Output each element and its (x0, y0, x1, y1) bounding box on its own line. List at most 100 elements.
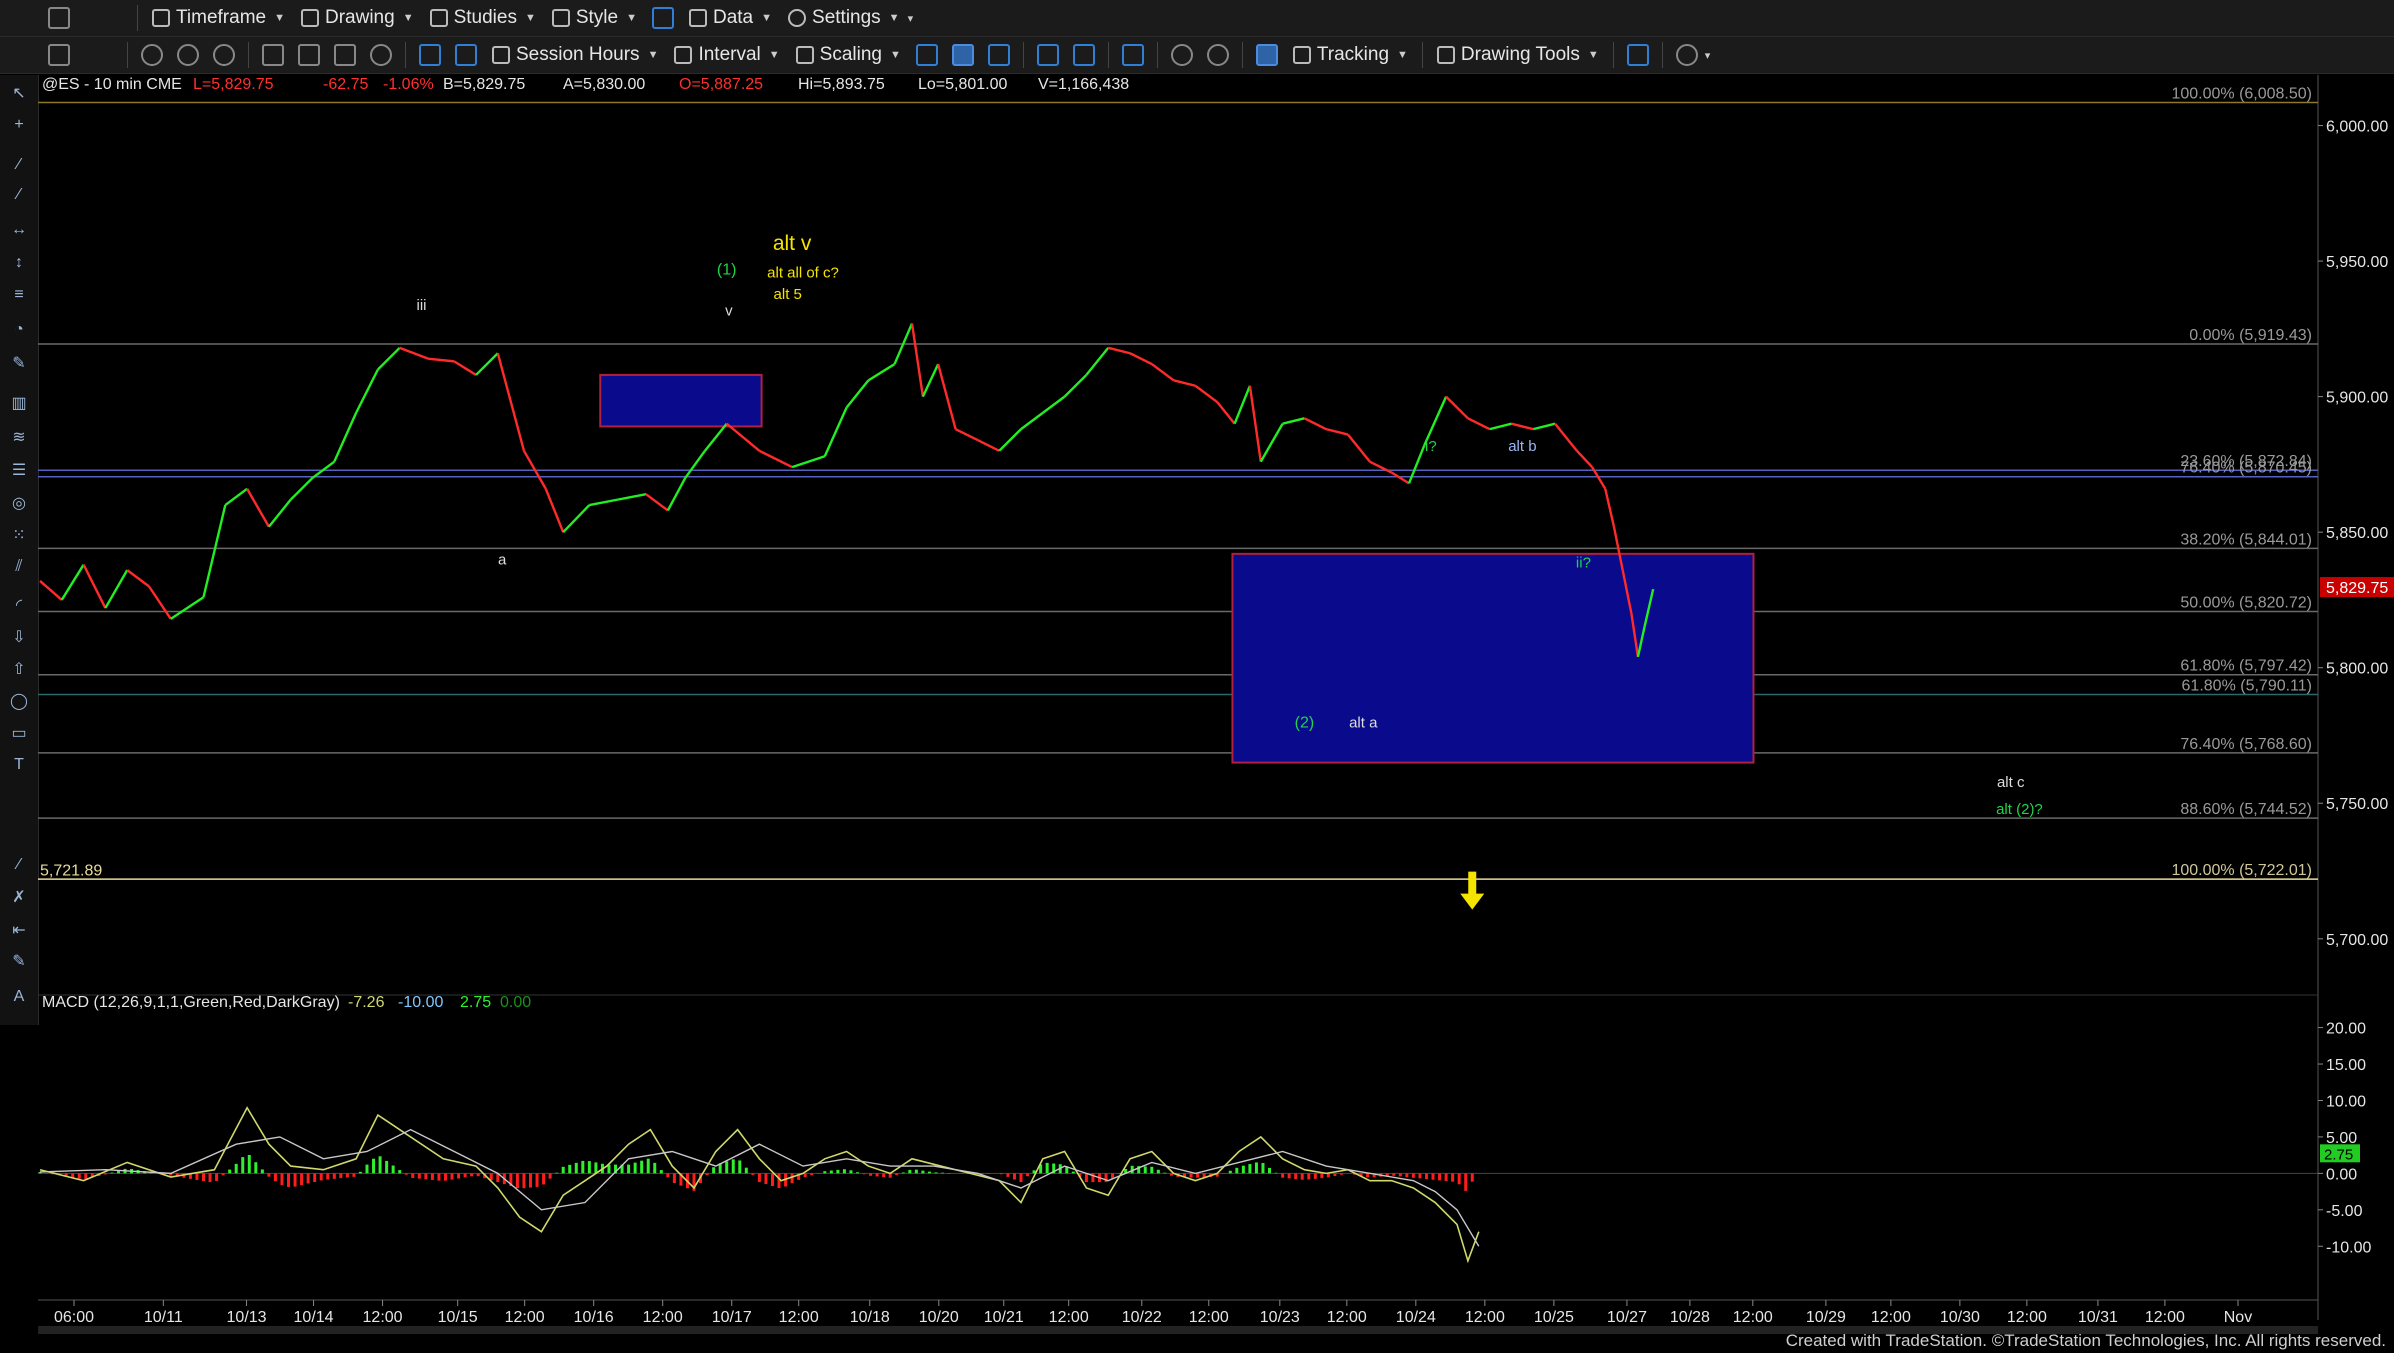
drawing-menu[interactable]: Drawing ▼ (293, 3, 422, 33)
scroll-left-icon[interactable] (1036, 44, 1059, 66)
status-volume: V=1,166,438 (1038, 76, 1129, 93)
circle-tool-icon[interactable] (177, 44, 199, 66)
studies-menu[interactable]: Studies ▼ (422, 3, 544, 33)
circle-tool-icon[interactable] (213, 44, 235, 66)
toolbar-separator (1612, 42, 1614, 68)
status-open: O=5,887.25 (679, 76, 763, 93)
list-icon[interactable]: ☰ (8, 460, 30, 480)
price-tick-label: 5,900.00 (2326, 390, 2388, 407)
zoom-out-icon[interactable] (1206, 44, 1229, 66)
arrow-up-icon[interactable]: ⇧ (8, 659, 30, 679)
symbol-icon[interactable] (419, 44, 441, 66)
style-menu[interactable]: Style ▼ (544, 3, 645, 33)
price-axis[interactable]: 6,000.00 5,950.00 5,900.00 5,850.00 5,800.00… (2318, 119, 2394, 949)
dots-icon[interactable]: ⁙ (8, 525, 30, 545)
price-tick-label: 5,750.00 (2326, 796, 2388, 813)
save-icon[interactable] (298, 44, 320, 66)
crosshair-icon[interactable]: + (8, 115, 30, 135)
candlestick-icon[interactable] (951, 44, 974, 66)
time-tick-label: 12:00 (363, 1309, 403, 1325)
timeframe-icon (152, 9, 170, 27)
target-zone-box[interactable] (599, 373, 763, 428)
scaling-menu[interactable]: Scaling ▼ (788, 40, 909, 70)
price-segment (126, 569, 150, 588)
snap-icon[interactable]: ⇤ (8, 920, 30, 940)
window-icon[interactable] (455, 44, 477, 66)
fib-level-label: 76.40% (5,768.60) (2180, 736, 2312, 753)
settings-menu[interactable]: Settings ▼ ▾ (780, 3, 921, 33)
chevron-down-icon: ▼ (274, 12, 285, 24)
data-menu[interactable]: Data ▼ (681, 3, 780, 33)
macd-indicator-icon[interactable]: A (8, 987, 30, 1007)
layout-icon[interactable] (1121, 44, 1144, 66)
speed-lines-icon[interactable]: ⫽ (8, 557, 30, 577)
grid-icon[interactable] (1255, 44, 1278, 66)
eraser-icon[interactable]: ⁄ (8, 855, 30, 875)
interval-menu[interactable]: Interval ▼ (666, 40, 787, 70)
pointer-icon[interactable]: ↖ (8, 83, 30, 103)
text-icon[interactable]: T (8, 755, 30, 775)
time-tick-label: 10/17 (712, 1309, 752, 1325)
share-icon[interactable] (1626, 44, 1649, 66)
status-net-change: -62.75 (323, 76, 368, 93)
time-tick-label: 10/16 (574, 1309, 614, 1325)
status-bid: B=5,829.75 (443, 76, 525, 93)
zoom-in-icon[interactable] (1170, 44, 1193, 66)
price-segment (562, 504, 591, 533)
toolbar-top: Timeframe ▼ Drawing ▼ Studies ▼ Style ▼ … (0, 0, 2394, 37)
wave-label: alt b (1508, 438, 1536, 455)
arc-icon[interactable]: ◜ (8, 595, 30, 615)
scroll-right-icon[interactable] (1072, 44, 1095, 66)
price-chart[interactable]: 100.00% (6,008.50)0.00% (5,919.43)23.60%… (38, 75, 2394, 1325)
style-label: Style (575, 7, 619, 28)
circle-tool-icon[interactable] (141, 44, 163, 66)
time-tick-label: 10/29 (1806, 1309, 1846, 1325)
layout-icon[interactable] (651, 7, 674, 29)
horizontal-measure-icon[interactable]: ↔ (8, 220, 30, 240)
bars-icon[interactable]: ▥ (8, 393, 30, 413)
wave-label: ii? (1576, 554, 1591, 571)
copy-icon[interactable] (334, 44, 356, 66)
session-hours-menu[interactable]: Session Hours ▼ (484, 40, 666, 70)
price-segment (1233, 385, 1252, 425)
price-segment (170, 596, 205, 620)
status-last: L=5,829.75 (193, 76, 274, 93)
delete-drawings-icon[interactable]: ✗ (8, 887, 30, 907)
tracking-menu[interactable]: Tracking ▼ (1285, 40, 1416, 70)
price-segment (82, 564, 107, 609)
chat-icon[interactable] (1675, 44, 1698, 66)
price-segment (1554, 422, 1578, 452)
trendline-icon[interactable]: ⁄ (8, 155, 30, 175)
chevron-down-icon: ▼ (647, 49, 659, 61)
price-segment (1604, 488, 1616, 528)
gann-icon[interactable]: ◎ (8, 493, 30, 513)
fib-level-label: 61.80% (5,797.42) (2180, 658, 2312, 675)
style-icon (551, 9, 570, 27)
arrow-down-icon[interactable]: ⇩ (8, 627, 30, 647)
draw-mode-icon[interactable]: ✎ (8, 951, 30, 971)
vertical-measure-icon[interactable]: ↕ (8, 253, 30, 273)
window-square-icon[interactable] (48, 44, 70, 66)
ray-icon[interactable]: ∕ (8, 185, 30, 205)
more-dot-icon[interactable]: ▾ (1705, 49, 1711, 62)
timeframe-menu[interactable]: Timeframe ▼ (144, 3, 293, 33)
ellipse-icon[interactable]: ◯ (8, 691, 30, 711)
price-tick-label: 5,850.00 (2326, 525, 2388, 542)
channel-icon[interactable]: ≡ (8, 285, 30, 305)
rectangle-icon[interactable]: ▭ (8, 723, 30, 743)
drawing-tools-menu[interactable]: Drawing Tools ▼ (1429, 40, 1607, 70)
ohlc-icon[interactable] (987, 44, 1010, 66)
print-icon[interactable] (262, 44, 284, 66)
time-axis[interactable]: 06:00 10/11 10/13 10/14 12:00 10/15 12:00 10/16… (38, 1299, 2318, 1325)
toolbar-separator (127, 42, 128, 68)
bar-chart-icon[interactable] (915, 44, 938, 66)
window-square-icon[interactable] (48, 7, 70, 29)
price-segment (1248, 385, 1262, 462)
pencil-icon[interactable]: ✎ (8, 353, 30, 373)
time-tick-label: 10/20 (919, 1309, 959, 1325)
fib-icon[interactable]: ≋ (8, 427, 30, 447)
cycle-icon[interactable]: ◔ (8, 320, 30, 340)
drawing-icon (300, 9, 319, 27)
price-segment (645, 493, 669, 512)
search-icon[interactable] (370, 44, 392, 66)
